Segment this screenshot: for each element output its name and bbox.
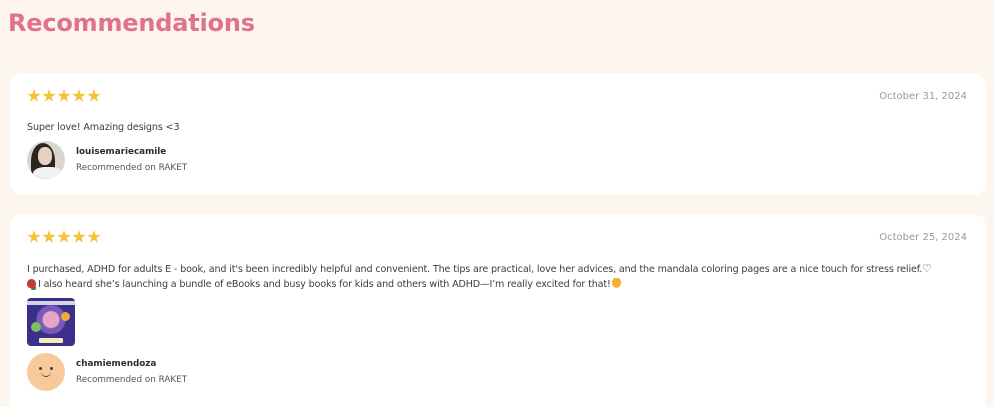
reviewer-source: Recommended on RAKET <box>76 162 188 173</box>
review-text: I purchased, ADHD for adults E - book, a… <box>27 261 967 292</box>
rose-icon <box>27 279 36 288</box>
star-icon <box>27 230 41 243</box>
avatar[interactable] <box>27 353 65 391</box>
star-icon <box>27 89 41 102</box>
review-date: October 31, 2024 <box>879 91 967 102</box>
review-text-line: I purchased, ADHD for adults E - book, a… <box>27 264 923 275</box>
review-text: Super love! Amazing designs <3 <box>27 122 180 133</box>
star-icon <box>87 89 101 102</box>
star-icon <box>42 89 56 102</box>
star-icon <box>72 89 86 102</box>
star-icon <box>57 89 71 102</box>
review-card: October 25, 2024 I purchased, ADHD for a… <box>10 214 986 407</box>
heart-icon: ♡ <box>922 262 932 275</box>
review-text-line: I also heard she’s launching a bundle of… <box>38 279 611 290</box>
avatar[interactable] <box>27 141 65 179</box>
reviewer[interactable]: louisemariecamile Recommended on RAKET <box>27 141 187 179</box>
review-image-thumbnail[interactable] <box>27 298 75 346</box>
clapping-hands-icon <box>611 278 621 288</box>
section-title: Recommendations <box>8 9 255 37</box>
star-icon <box>72 230 86 243</box>
reviewer-source: Recommended on RAKET <box>76 374 188 385</box>
reviewer[interactable]: chamiemendoza Recommended on RAKET <box>27 353 187 391</box>
reviewer-name[interactable]: chamiemendoza <box>76 358 187 371</box>
star-icon <box>42 230 56 243</box>
star-icon <box>87 230 101 243</box>
review-card: October 31, 2024 Super love! Amazing des… <box>10 73 986 195</box>
review-date: October 25, 2024 <box>879 232 967 243</box>
star-icon <box>57 230 71 243</box>
star-rating <box>27 89 101 103</box>
star-rating <box>27 230 101 244</box>
reviewer-name[interactable]: louisemariecamile <box>76 146 187 159</box>
